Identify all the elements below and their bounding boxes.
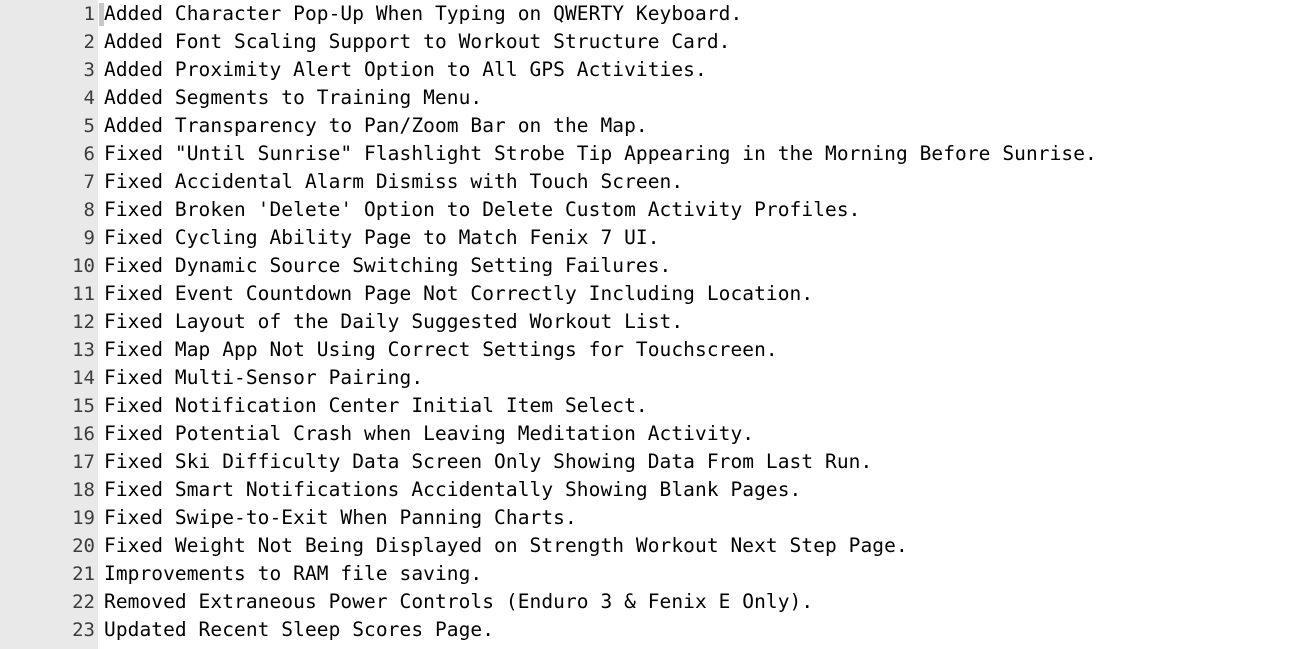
line-number: 11 [72, 283, 95, 305]
line-number: 19 [72, 507, 95, 529]
line-number: 3 [83, 59, 95, 81]
code-line[interactable]: 20 Fixed Weight Not Being Displayed on St… [0, 532, 1298, 560]
code-line[interactable]: 16 Fixed Potential Crash when Leaving Med… [0, 420, 1298, 448]
code-line[interactable]: 19 Fixed Swipe-to-Exit When Panning Chart… [0, 504, 1298, 532]
line-number: 13 [72, 339, 95, 361]
line-number: 20 [72, 535, 95, 557]
line-text[interactable]: Fixed Broken 'Delete' Option to Delete C… [95, 196, 860, 224]
line-number: 14 [72, 367, 95, 389]
code-line[interactable]: 5 Added Transparency to Pan/Zoom Bar on t… [0, 112, 1298, 140]
line-text[interactable]: Fixed Multi-Sensor Pairing. [95, 364, 423, 392]
line-number: 4 [83, 87, 95, 109]
line-number: 9 [83, 227, 95, 249]
code-line[interactable]: 23 Updated Recent Sleep Scores Page. [0, 616, 1298, 644]
code-line[interactable]: 7 Fixed Accidental Alarm Dismiss with Tou… [0, 168, 1298, 196]
line-text[interactable]: Fixed Swipe-to-Exit When Panning Charts. [95, 504, 577, 532]
line-text[interactable]: Fixed "Until Sunrise" Flashlight Strobe … [95, 140, 1097, 168]
code-line[interactable]: 14 Fixed Multi-Sensor Pairing. [0, 364, 1298, 392]
line-text[interactable]: Added Segments to Training Menu. [95, 84, 482, 112]
line-text[interactable]: Removed Extraneous Power Controls (Endur… [95, 588, 813, 616]
line-number: 1 [83, 3, 95, 25]
line-number: 17 [72, 451, 95, 473]
code-line[interactable]: 8 Fixed Broken 'Delete' Option to Delete … [0, 196, 1298, 224]
line-text[interactable]: Fixed Event Countdown Page Not Correctly… [95, 280, 813, 308]
line-text[interactable]: Fixed Weight Not Being Displayed on Stre… [95, 532, 908, 560]
line-number: 5 [83, 115, 95, 137]
line-number: 12 [72, 311, 95, 333]
line-text[interactable]: Added Font Scaling Support to Workout St… [95, 28, 730, 56]
code-line[interactable]: 17 Fixed Ski Difficulty Data Screen Only … [0, 448, 1298, 476]
code-line[interactable]: 11 Fixed Event Countdown Page Not Correct… [0, 280, 1298, 308]
line-text[interactable]: Fixed Accidental Alarm Dismiss with Touc… [95, 168, 683, 196]
code-line[interactable]: 2 Added Font Scaling Support to Workout S… [0, 28, 1298, 56]
line-text[interactable]: Fixed Dynamic Source Switching Setting F… [95, 252, 671, 280]
line-text[interactable]: Added Character Pop-Up When Typing on QW… [95, 0, 742, 28]
code-line[interactable]: 6 Fixed "Until Sunrise" Flashlight Strobe… [0, 140, 1298, 168]
line-text[interactable]: Updated Recent Sleep Scores Page. [95, 616, 494, 644]
code-line[interactable]: 18 Fixed Smart Notifications Accidentally… [0, 476, 1298, 504]
line-number: 2 [83, 31, 95, 53]
line-text[interactable]: Fixed Smart Notifications Accidentally S… [95, 476, 801, 504]
code-line[interactable]: 15 Fixed Notification Center Initial Item… [0, 392, 1298, 420]
line-text[interactable]: Improvements to RAM file saving. [95, 560, 482, 588]
line-text[interactable]: Fixed Ski Difficulty Data Screen Only Sh… [95, 448, 872, 476]
line-number: 7 [83, 171, 95, 193]
code-line[interactable]: 3 Added Proximity Alert Option to All GPS… [0, 56, 1298, 84]
code-line[interactable]: 10 Fixed Dynamic Source Switching Setting… [0, 252, 1298, 280]
line-number: 23 [72, 619, 95, 641]
code-line[interactable]: 9 Fixed Cycling Ability Page to Match Fen… [0, 224, 1298, 252]
code-lines-container[interactable]: 1 Added Character Pop-Up When Typing on Q… [0, 0, 1298, 649]
line-number: 8 [83, 199, 95, 221]
line-number: 15 [72, 395, 95, 417]
code-line[interactable]: 4 Added Segments to Training Menu. [0, 84, 1298, 112]
line-number: 18 [72, 479, 95, 501]
line-number: 21 [72, 563, 95, 585]
text-editor[interactable]: 1 Added Character Pop-Up When Typing on Q… [0, 0, 1298, 649]
code-line[interactable]: 12 Fixed Layout of the Daily Suggested Wo… [0, 308, 1298, 336]
line-text[interactable]: Fixed Notification Center Initial Item S… [95, 392, 648, 420]
line-number: 6 [83, 143, 95, 165]
line-text[interactable]: Fixed Potential Crash when Leaving Medit… [95, 420, 754, 448]
line-text[interactable]: Fixed Layout of the Daily Suggested Work… [95, 308, 683, 336]
text-caret [99, 3, 104, 26]
line-text[interactable]: Added Proximity Alert Option to All GPS … [95, 56, 707, 84]
code-line[interactable]: 13 Fixed Map App Not Using Correct Settin… [0, 336, 1298, 364]
line-text[interactable]: Fixed Cycling Ability Page to Match Feni… [95, 224, 660, 252]
line-text[interactable]: Fixed Map App Not Using Correct Settings… [95, 336, 778, 364]
line-text[interactable]: Added Transparency to Pan/Zoom Bar on th… [95, 112, 648, 140]
line-number: 22 [72, 591, 95, 613]
code-line[interactable]: 1 Added Character Pop-Up When Typing on Q… [0, 0, 1298, 28]
line-number: 16 [72, 423, 95, 445]
code-line[interactable]: 22 Removed Extraneous Power Controls (End… [0, 588, 1298, 616]
line-number: 10 [72, 255, 95, 277]
code-line[interactable]: 21 Improvements to RAM file saving. [0, 560, 1298, 588]
